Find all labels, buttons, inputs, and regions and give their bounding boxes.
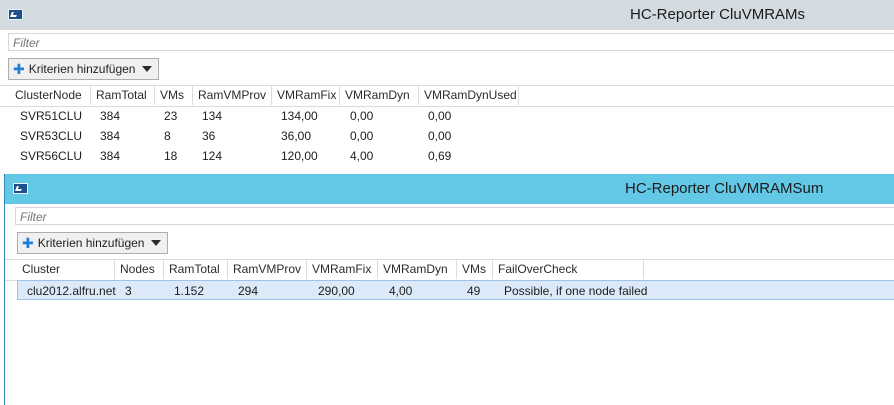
column-header-vmramdyn[interactable]: VMRamDyn — [378, 260, 457, 279]
powershell-app-icon — [13, 183, 28, 194]
cell-ramtotal: 384 — [100, 109, 121, 123]
column-header-cluster[interactable]: Cluster — [17, 260, 115, 279]
column-header-ramtotal[interactable]: RamTotal — [164, 260, 228, 279]
cell-ramvmprov: 124 — [202, 149, 223, 163]
table-row[interactable]: SVR51CLU 384 23 134 134,00 0,00 0,00 — [0, 106, 894, 126]
add-criteria-label: Kriterien hinzufügen — [28, 62, 136, 76]
column-header-vms[interactable]: VMs — [457, 260, 493, 279]
window-title: HC-Reporter CluVMRAMSum — [625, 180, 824, 197]
column-header-row: Cluster Nodes RamTotal RamVMProv VMRamFi… — [5, 259, 894, 281]
filter-input[interactable] — [15, 207, 894, 225]
cell-vmramdynused: 0,69 — [428, 149, 452, 163]
add-criteria-label: Kriterien hinzufügen — [37, 236, 145, 250]
cell-nodes: 3 — [125, 284, 132, 298]
column-header-ramvmprov[interactable]: RamVMProv — [193, 86, 272, 105]
column-header-ramvmprov[interactable]: RamVMProv — [228, 260, 307, 279]
cell-vmramdynused: 0,00 — [428, 109, 452, 123]
plus-icon: ✚ — [13, 61, 25, 77]
column-header-vmramdynused[interactable]: VMRamDynUsed — [419, 86, 519, 105]
table-row[interactable]: SVR53CLU 384 8 36 36,00 0,00 0,00 — [0, 126, 894, 146]
filter-input[interactable] — [8, 33, 894, 51]
title-bar[interactable]: HC-Reporter CluVMRAMs — [0, 0, 894, 30]
cell-vmramdyn: 4,00 — [389, 284, 413, 298]
cell-clusternode: SVR56CLU — [20, 149, 83, 163]
cell-ramvmprov: 36 — [202, 129, 216, 143]
column-header-failovercheck[interactable]: FailOverCheck — [493, 260, 644, 279]
table-row-selected[interactable]: clu2012.alfru.net 3 1.152 294 290,00 4,0… — [17, 280, 894, 300]
window-cluvmramsum: HC-Reporter CluVMRAMSum ✚ Kriterien hinz… — [4, 174, 894, 405]
cell-vmramfix: 290,00 — [318, 284, 355, 298]
cell-vmramfix: 120,00 — [281, 149, 318, 163]
column-header-ramtotal[interactable]: RamTotal — [91, 86, 155, 105]
cell-clusternode: SVR53CLU — [20, 129, 83, 143]
column-header-vmramdyn[interactable]: VMRamDyn — [340, 86, 419, 105]
cell-vmramdyn: 4,00 — [350, 149, 374, 163]
add-criteria-button[interactable]: ✚ Kriterien hinzufügen — [8, 58, 160, 80]
cell-vmramdyn: 0,00 — [350, 129, 374, 143]
cell-ramvmprov: 134 — [202, 109, 223, 123]
cell-ramvmprov: 294 — [238, 284, 259, 298]
table-row[interactable]: SVR56CLU 384 18 124 120,00 4,00 0,69 — [0, 146, 894, 166]
powershell-app-icon — [8, 9, 23, 20]
cell-ramtotal: 384 — [100, 149, 121, 163]
cell-vmramfix: 134,00 — [281, 109, 318, 123]
cell-clusternode: SVR51CLU — [20, 109, 83, 123]
column-header-vmramfix[interactable]: VMRamFix — [307, 260, 378, 279]
cell-vms: 18 — [164, 149, 178, 163]
cell-vms: 49 — [467, 284, 481, 298]
cell-vmramdyn: 0,00 — [350, 109, 374, 123]
cell-vms: 23 — [164, 109, 178, 123]
cell-vmramfix: 36,00 — [281, 129, 312, 143]
column-header-vms[interactable]: VMs — [155, 86, 193, 105]
column-header-row: ClusterNode RamTotal VMs RamVMProv VMRam… — [0, 85, 894, 107]
cell-vmramdynused: 0,00 — [428, 129, 452, 143]
cell-vms: 8 — [164, 129, 171, 143]
column-header-clusternode[interactable]: ClusterNode — [10, 86, 91, 105]
window-title: HC-Reporter CluVMRAMs — [630, 6, 806, 23]
dropdown-caret-icon — [151, 240, 162, 246]
cell-ramtotal: 384 — [100, 129, 121, 143]
column-header-nodes[interactable]: Nodes — [115, 260, 164, 279]
window-cluvmrams: HC-Reporter CluVMRAMs ✚ Kriterien hinzuf… — [0, 0, 894, 175]
title-bar[interactable]: HC-Reporter CluVMRAMSum — [5, 174, 894, 204]
cell-ramtotal: 1.152 — [174, 284, 205, 298]
dropdown-caret-icon — [142, 66, 153, 72]
cell-cluster: clu2012.alfru.net — [27, 284, 116, 298]
column-header-vmramfix[interactable]: VMRamFix — [272, 86, 340, 105]
cell-failovercheck: Possible, if one node failed — [504, 284, 648, 298]
plus-icon: ✚ — [22, 235, 34, 251]
add-criteria-button[interactable]: ✚ Kriterien hinzufügen — [17, 232, 169, 254]
